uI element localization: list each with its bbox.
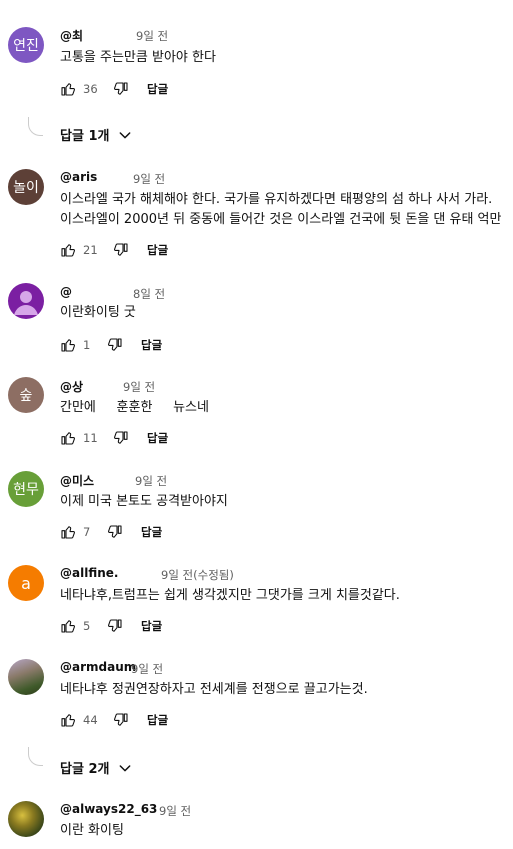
comment-text: 이란화이팅 굿 [60, 305, 136, 320]
thumbs-up-icon[interactable] [60, 430, 76, 446]
view-replies-button[interactable]: 답글 2개 [60, 758, 133, 777]
comment-author[interactable]: @armdaum [60, 660, 136, 674]
chevron-down-icon [120, 764, 131, 771]
avatar[interactable] [8, 659, 44, 695]
comment-actions: 44 답글 [60, 710, 168, 730]
comment-author[interactable]: @always22_63 [60, 802, 157, 816]
comment-actions: 7 답글 [60, 522, 162, 542]
like-count: 44 [83, 713, 98, 727]
default-avatar-icon [14, 291, 38, 315]
comment-actions: 36 답글 [60, 79, 168, 99]
comment-text: 이제 미국 본토도 공격받아야지 [60, 494, 228, 509]
reply-thread-line [28, 747, 43, 766]
comment-author[interactable]: @ [60, 285, 72, 299]
thumbs-up-icon[interactable] [60, 524, 76, 540]
avatar[interactable]: 연진 [8, 27, 44, 63]
comment-author[interactable]: @최 [60, 27, 83, 44]
thumbs-down-icon[interactable] [113, 242, 129, 258]
reply-button[interactable]: 답글 [147, 242, 168, 258]
thumbs-down-icon[interactable] [107, 618, 123, 634]
avatar[interactable] [8, 283, 44, 319]
thumbs-down-icon[interactable] [113, 81, 129, 97]
thumbs-down-icon[interactable] [107, 524, 123, 540]
comment-author[interactable]: @미스 [60, 472, 94, 489]
like-count: 36 [83, 82, 98, 96]
reply-button[interactable]: 답글 [147, 430, 168, 446]
thumbs-up-icon[interactable] [60, 81, 76, 97]
like-count: 5 [83, 619, 91, 633]
comment-timestamp[interactable]: 9일 전 [133, 171, 165, 187]
comment-text: 네타냐후,트럼프는 쉽게 생각겠지만 그댓가를 크게 치를것같다. [60, 588, 400, 603]
comment-text: 네타냐후 정권연장하자고 전세계를 전쟁으로 끌고가는것. [60, 682, 368, 697]
like-count: 21 [83, 243, 98, 257]
avatar[interactable]: 현무 [8, 471, 44, 507]
comment-text: 이란 화이팅 [60, 823, 124, 838]
like-count: 7 [83, 525, 91, 539]
thumbs-up-icon[interactable] [60, 337, 76, 353]
comment-timestamp[interactable]: 9일 전 [159, 803, 191, 819]
avatar[interactable] [8, 801, 44, 837]
avatar[interactable]: a [8, 565, 44, 601]
comment-actions: 1 답글 [60, 335, 162, 355]
comment-timestamp[interactable]: 8일 전 [133, 286, 165, 302]
comment-timestamp[interactable]: 9일 전 [131, 661, 163, 677]
comment-text: 간만에 훈훈한 뉴스네 [60, 400, 209, 415]
comment-author[interactable]: @aris [60, 170, 97, 184]
thumbs-up-icon[interactable] [60, 618, 76, 634]
comment-timestamp[interactable]: 9일 전 [135, 473, 167, 489]
reply-button[interactable]: 답글 [147, 81, 168, 97]
thumbs-up-icon[interactable] [60, 712, 76, 728]
reply-button[interactable]: 답글 [141, 524, 162, 540]
comment-timestamp[interactable]: 9일 전 [136, 28, 168, 44]
comment-timestamp[interactable]: 9일 전 [123, 379, 155, 395]
thumbs-down-icon[interactable] [107, 337, 123, 353]
like-count: 11 [83, 431, 98, 445]
comment-text: 고통을 주는만큼 받아야 한다 [60, 50, 216, 65]
reply-button[interactable]: 답글 [147, 712, 168, 728]
reply-button[interactable]: 답글 [141, 618, 162, 634]
comment-timestamp[interactable]: 9일 전(수정됨) [161, 567, 234, 583]
like-count: 1 [83, 338, 91, 352]
reply-button[interactable]: 답글 [141, 337, 162, 353]
thumbs-down-icon[interactable] [113, 430, 129, 446]
avatar[interactable]: 숲 [8, 377, 44, 413]
comment-actions: 5 답글 [60, 616, 162, 636]
reply-thread-line [28, 117, 43, 136]
thumbs-up-icon[interactable] [60, 242, 76, 258]
comment-author[interactable]: @allfine. [60, 566, 118, 580]
comment-text: 이스라엘 국가 해체해야 한다. 국가를 유지하겠다면 태평양의 섬 하나 사서… [60, 192, 502, 227]
thumbs-down-icon[interactable] [113, 712, 129, 728]
view-replies-button[interactable]: 답글 1개 [60, 125, 133, 144]
avatar[interactable]: 놀이 [8, 169, 44, 205]
chevron-down-icon [120, 131, 131, 138]
comment-actions: 21 답글 [60, 240, 168, 260]
comment-actions: 11 답글 [60, 428, 168, 448]
comment-author[interactable]: @상 [60, 378, 83, 395]
